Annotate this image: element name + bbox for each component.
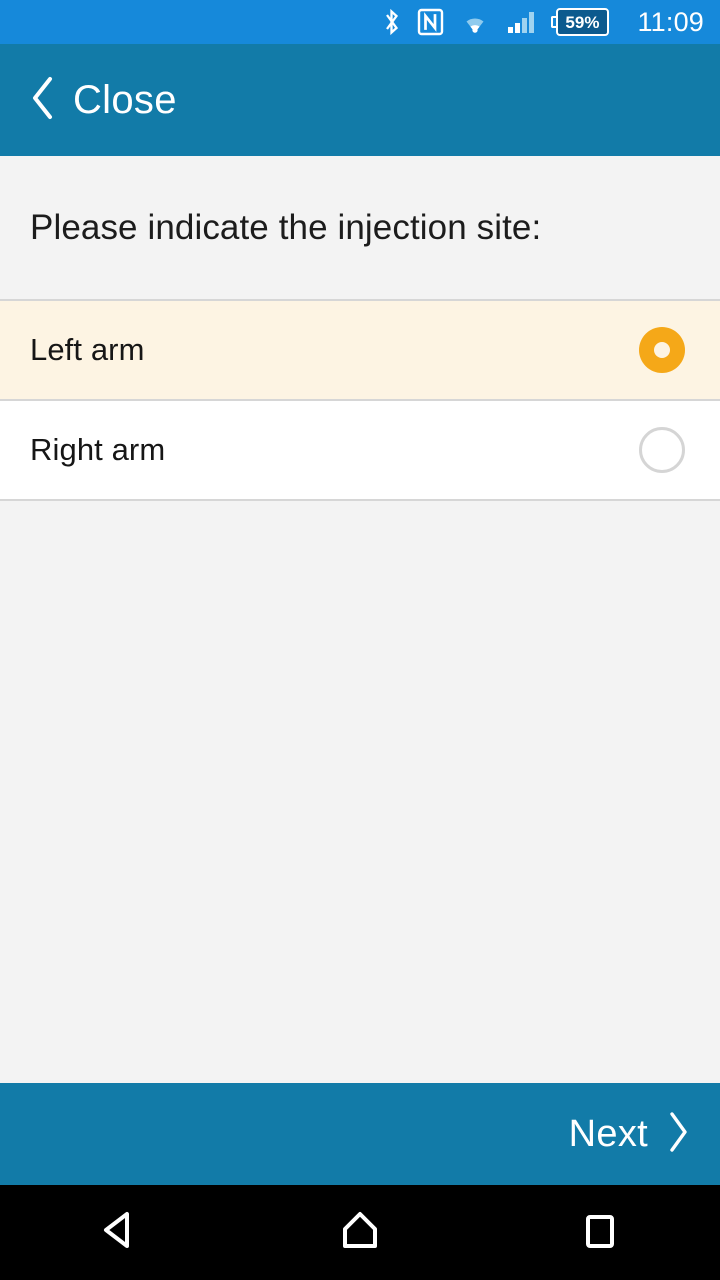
chevron-left-icon: [30, 75, 56, 126]
question-text: Please indicate the injection site:: [30, 207, 542, 247]
back-triangle-icon: [99, 1208, 141, 1257]
option-row-right-arm[interactable]: Right arm: [0, 401, 720, 501]
option-label-left-arm: Left arm: [30, 332, 145, 367]
wifi-icon: [459, 7, 491, 37]
battery-icon: 59%: [551, 8, 610, 36]
nfc-icon: [417, 7, 444, 37]
bluetooth-icon: [382, 7, 402, 37]
footer-bar: Next: [0, 1083, 720, 1185]
android-navigation-bar: [0, 1185, 720, 1280]
main-content: Please indicate the injection site: Left…: [0, 156, 720, 1083]
content-filler: [0, 501, 720, 1083]
app-header: Close: [0, 44, 720, 156]
next-button[interactable]: Next: [569, 1110, 690, 1159]
nav-home-button[interactable]: [285, 1185, 435, 1280]
cellular-signal-icon: [506, 7, 536, 37]
nav-recents-button[interactable]: [525, 1185, 675, 1280]
status-bar: 59% 11:09: [0, 0, 720, 44]
close-button[interactable]: Close: [30, 75, 177, 126]
next-label: Next: [568, 1113, 648, 1155]
radio-left-arm[interactable]: [639, 327, 685, 373]
chevron-right-icon: [666, 1110, 690, 1159]
battery-percent-label: 59%: [565, 12, 600, 32]
nav-back-button[interactable]: [45, 1185, 195, 1280]
close-label: Close: [73, 78, 177, 122]
option-label-right-arm: Right arm: [30, 432, 166, 467]
status-icon-group: 59% 11:09: [382, 7, 704, 37]
home-icon: [338, 1208, 382, 1257]
status-bar-clock: 11:09: [637, 6, 704, 37]
injection-site-option-list: Left arm Right arm: [0, 299, 720, 501]
recents-square-icon: [580, 1208, 620, 1257]
option-row-left-arm[interactable]: Left arm: [0, 301, 720, 401]
phone-screen: 59% 11:09 Close Please indicate the inje…: [0, 0, 720, 1280]
radio-right-arm[interactable]: [639, 427, 685, 473]
